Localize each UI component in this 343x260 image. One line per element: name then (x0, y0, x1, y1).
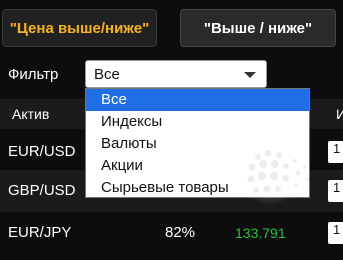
asset-name: GBP/USD (8, 182, 76, 199)
table-row[interactable]: EUR/JPY 82% 133.791 1 (0, 212, 343, 254)
asset-name: EUR/JPY (8, 224, 72, 241)
filter-option-all[interactable]: Все (86, 89, 309, 111)
filter-selected-value: Все (94, 65, 120, 83)
tab-price-above-below-label: "Цена выше/ниже" (9, 19, 150, 37)
column-header-amount: И (336, 106, 343, 122)
asset-name: EUR/USD (8, 143, 76, 160)
tab-above-below-label: "Выше / ниже" (203, 19, 313, 37)
tab-above-below[interactable]: "Выше / ниже" (180, 9, 336, 47)
chevron-down-icon[interactable] (244, 72, 256, 78)
filter-select[interactable]: Все (85, 60, 267, 88)
amount-input[interactable]: 1 (328, 180, 343, 202)
column-header-asset: Актив (12, 106, 50, 122)
filter-option-indices[interactable]: Индексы (86, 111, 309, 133)
filter-label: Фильтр (8, 66, 59, 83)
amount-input[interactable]: 1 (328, 141, 343, 163)
asset-price: 133.791 (235, 225, 286, 241)
tab-price-above-below[interactable]: "Цена выше/ниже" (2, 9, 157, 47)
globe-watermark-icon (238, 141, 309, 205)
amount-input[interactable]: 1 (328, 222, 343, 244)
payout-percent: 82% (165, 224, 196, 241)
